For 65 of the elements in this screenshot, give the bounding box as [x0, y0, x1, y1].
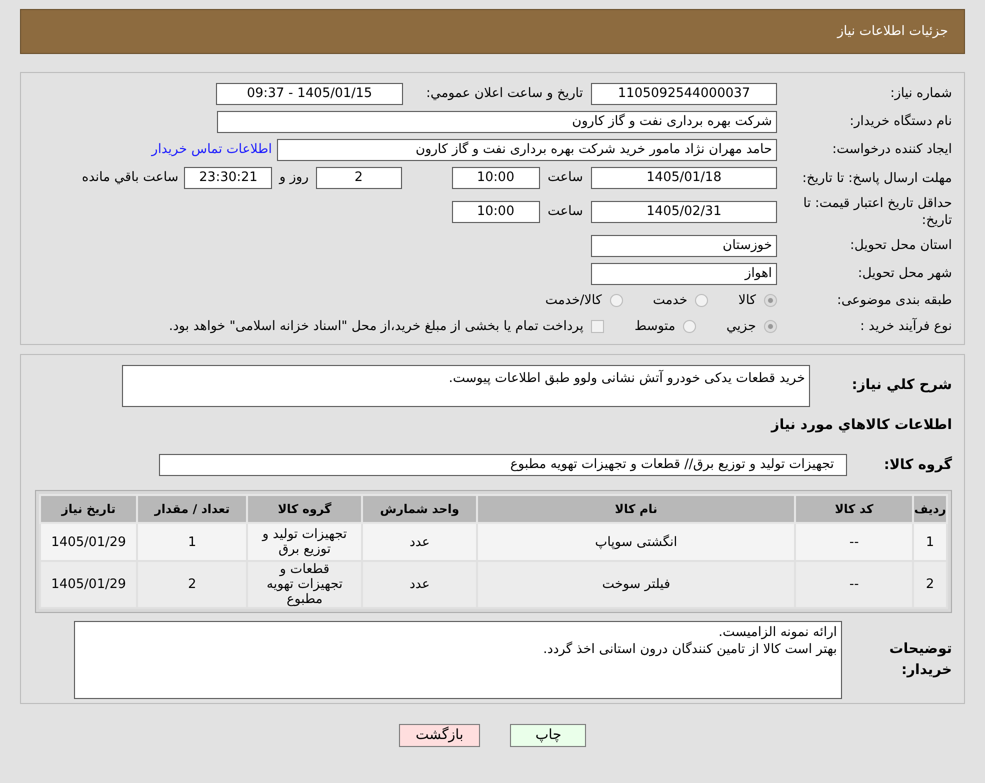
input-field[interactable]: تجهیزات تولید و توزیع برق// قطعات و تجهیزات تهویه مطبوع [159, 454, 847, 476]
section-title: اطلاعات کالاهاي مورد نياز [770, 416, 952, 435]
field-label: حداقل تاریخ اعتبار قیمت: تا تاریخ: [802, 195, 952, 229]
radio-label: خدمت [652, 292, 688, 310]
field-label: استان محل تحویل: [849, 237, 952, 256]
input-field[interactable]: 1405/01/15 - 09:37 [216, 83, 403, 105]
input-field[interactable]: شرکت بهره برداری نفت و گاز کارون [217, 111, 777, 133]
radio-button[interactable] [695, 294, 708, 308]
table-cell: 2 [913, 561, 947, 608]
input-field[interactable]: 2 [316, 167, 402, 189]
time-label: ساعت [548, 169, 583, 188]
column-header: ردیف [913, 495, 947, 523]
column-header: واحد شمارش [362, 495, 478, 523]
input-field[interactable]: 10:00 [452, 201, 540, 223]
input-field[interactable]: 23:30:21 [184, 167, 272, 189]
radio-button[interactable] [610, 294, 623, 308]
radio-button[interactable] [764, 320, 777, 333]
input-field[interactable]: 1105092544000037 [591, 83, 777, 105]
field-label: نوع فرآیند خرید : [859, 316, 952, 336]
input-field[interactable]: 1405/01/18 [591, 167, 777, 189]
note-line: بهتر است کالا از تامین کنندگان درون استانی اخذ گردد. [542, 641, 837, 658]
field-label: ایجاد کننده درخواست: [831, 141, 952, 160]
field-label: شماره نیاز: [889, 85, 952, 104]
answer-box[interactable]: ارائه نمونه الزامیست. بهتر است کالا از تامین کنندگان درون استانی اخذ گردد. [74, 621, 842, 699]
radio-button[interactable] [683, 320, 696, 333]
input-field[interactable]: اهواز [591, 263, 777, 285]
field-label: شرح کلي نياز: [850, 376, 952, 395]
column-header: کد کالا [795, 495, 914, 523]
table-cell: قطعات و تجهیزات تهویه مطبوع [247, 561, 362, 608]
remaining-label: ساعت باقي مانده [82, 169, 178, 188]
radio-button[interactable] [764, 294, 777, 308]
days-label: روز و [279, 169, 309, 188]
input-field[interactable]: 10:00 [452, 167, 540, 189]
input-field[interactable]: حامد مهران نژاد مامور خرید شرکت بهره برداری نفت و گاز کارون [277, 139, 777, 161]
print-button[interactable]: چاپ [510, 724, 586, 747]
table-cell: فیلتر سوخت [477, 561, 796, 608]
field-label: گروه کالا: [882, 455, 952, 474]
note-line: ارائه نمونه الزامیست. [717, 624, 837, 641]
page-title: جزئیات اطلاعات نیاز [837, 22, 948, 41]
radio-label: کالا/خدمت [545, 292, 602, 310]
radio-label: کالا [738, 292, 756, 310]
table-cell: 1405/01/29 [40, 561, 138, 608]
input-field[interactable]: 1405/02/31 [591, 201, 777, 223]
radio-label: جزیي [726, 318, 756, 336]
column-header: تاریخ نیاز [40, 495, 138, 523]
field-label: طبقه بندی موضوعی: [836, 292, 952, 310]
column-header: نام کالا [477, 495, 796, 523]
field-label: توضیحات خریدار: [888, 640, 952, 680]
answer-box[interactable]: خرید قطعات یدکی خودرو آتش نشانی ولوو طبق اطلاعات پیوست. [122, 365, 810, 407]
input-field[interactable]: خوزستان [591, 235, 777, 257]
table-cell: -- [795, 561, 914, 608]
field-label: نام دستگاه خریدار: [848, 112, 952, 132]
table-cell: عدد [362, 561, 478, 608]
field-label: مهلت ارسال پاسخ: تا تاریخ: [801, 170, 952, 186]
checkbox[interactable] [591, 320, 604, 333]
table-cell: 2 [137, 561, 248, 608]
radio-label: متوسط [634, 318, 676, 336]
field-label: شهر محل تحویل: [856, 265, 952, 284]
time-label: ساعت [548, 203, 583, 222]
back-button[interactable]: بازگشت [398, 724, 480, 747]
column-header: گروه کالا [247, 495, 362, 523]
field-label: تاريخ و ساعت اعلان عمومي: [425, 85, 583, 104]
checkbox-label: پرداخت تمام یا بخشی از مبلغ خرید،از محل "اسناد خزانه اسلامی" خواهد بود. [168, 318, 584, 336]
contact-link[interactable]: اطلاعات تماس خریدار [152, 140, 272, 160]
column-header: تعداد / مقدار [137, 495, 248, 523]
